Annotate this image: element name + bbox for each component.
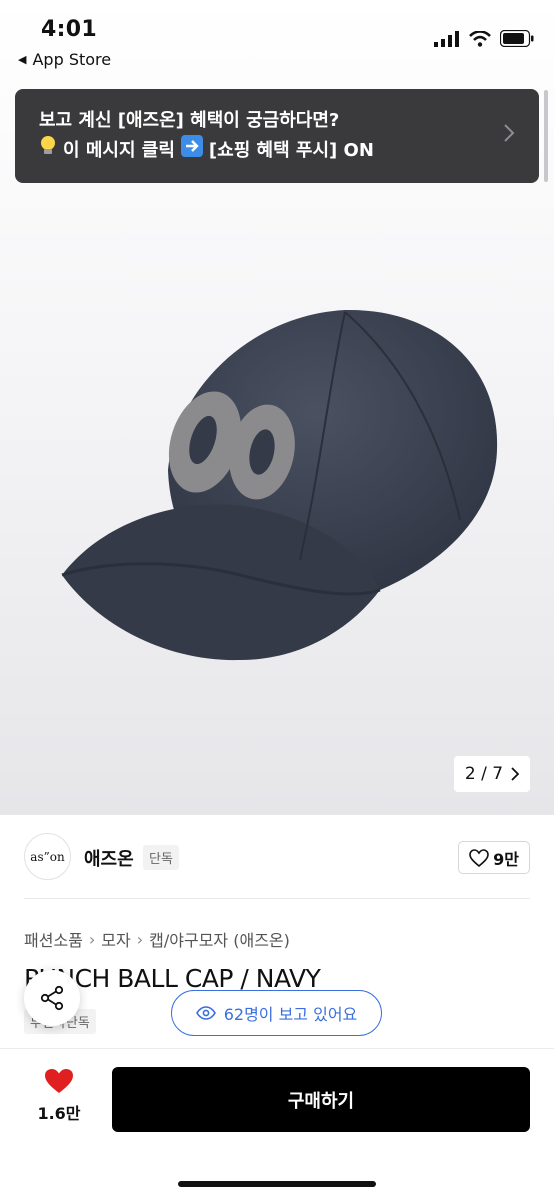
banner-line-1: 보고 계신 [애즈온] 혜택이 궁금하다면?: [39, 110, 340, 131]
breadcrumb-item[interactable]: 캡/야구모자 (애즈온): [149, 927, 290, 951]
gallery-counter-button[interactable]: 2 / 7: [454, 756, 530, 792]
lightbulb-icon: [39, 135, 57, 166]
eye-icon: [195, 1006, 216, 1020]
back-to-app-store[interactable]: ◀ App Store: [18, 50, 111, 69]
heart-filled-icon: [45, 1069, 73, 1093]
battery-icon: [500, 30, 534, 47]
buy-button[interactable]: 구매하기: [112, 1067, 530, 1132]
wish-count: 1.6만: [37, 1104, 81, 1123]
chevron-right-icon: [504, 124, 515, 142]
chevron-right-icon: [511, 767, 520, 781]
wifi-icon: [469, 30, 491, 47]
banner-line-2-tail: [쇼핑 혜택 푸시] ON: [208, 139, 374, 161]
shop-like-count: 9만: [493, 849, 519, 869]
chevron-right-icon: ›: [88, 929, 96, 949]
breadcrumb-item[interactable]: 모자: [101, 927, 130, 951]
status-icons: [434, 30, 534, 47]
breadcrumb: 패션소품 › 모자 › 캡/야구모자 (애즈온): [24, 927, 290, 951]
shop-like-button[interactable]: 9만: [458, 841, 530, 874]
banner-line-2: 이 메시지 클릭: [63, 139, 175, 161]
back-triangle-icon: ◀: [18, 53, 27, 66]
heart-outline-icon: [469, 848, 489, 867]
share-button[interactable]: [24, 970, 80, 1026]
wish-button[interactable]: 1.6만: [26, 1068, 92, 1124]
breadcrumb-item[interactable]: 패션소품: [24, 927, 83, 951]
shop-logo[interactable]: as”on: [24, 833, 71, 880]
signal-icon: [434, 30, 459, 47]
chevron-right-icon: ›: [136, 929, 144, 949]
viewer-count-label: 62명이 보고 있어요: [223, 1005, 358, 1024]
shop-name[interactable]: 애즈온: [84, 845, 134, 871]
divider: [24, 898, 530, 899]
share-icon: [40, 985, 64, 1011]
scroll-indicator: [544, 90, 548, 182]
back-app-label: App Store: [32, 50, 112, 69]
exclusive-badge: 단독: [143, 845, 179, 870]
status-time: 4:01: [41, 17, 97, 42]
right-arrow-icon: [180, 135, 203, 166]
home-indicator: [178, 1181, 376, 1187]
gallery-counter: 2 / 7: [464, 764, 504, 784]
push-promo-banner[interactable]: 보고 계신 [애즈온] 혜택이 궁금하다면? 이 메시지 클릭 [쇼핑 혜택 푸…: [15, 89, 539, 183]
viewer-count-pill: 62명이 보고 있어요: [171, 990, 382, 1036]
